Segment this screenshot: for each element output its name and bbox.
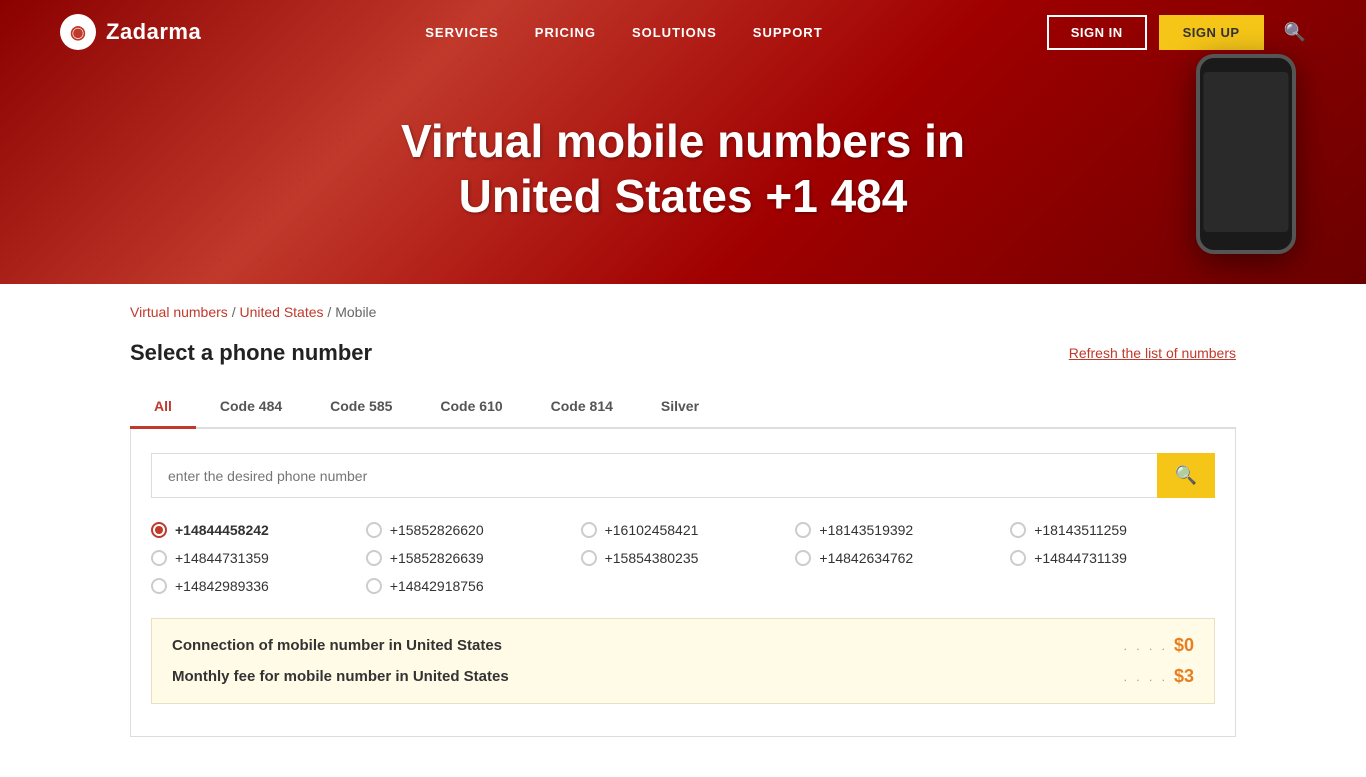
number-text: +14842634762 xyxy=(819,550,913,566)
nav-support[interactable]: SUPPORT xyxy=(753,25,823,40)
pricing-section: Connection of mobile number in United St… xyxy=(151,618,1215,704)
list-item[interactable]: +16102458421 xyxy=(581,522,786,538)
radio-2[interactable] xyxy=(581,522,597,538)
main-content: Select a phone number Refresh the list o… xyxy=(0,330,1366,777)
logo-area[interactable]: ◉ Zadarma xyxy=(60,14,201,50)
radio-5[interactable] xyxy=(151,550,167,566)
list-item[interactable]: +14842634762 xyxy=(795,550,1000,566)
radio-7[interactable] xyxy=(581,550,597,566)
pricing-row-connection: Connection of mobile number in United St… xyxy=(172,635,1194,656)
breadcrumb: Virtual numbers / United States / Mobile xyxy=(130,304,1236,320)
list-item[interactable]: +15852826620 xyxy=(366,522,571,538)
pricing-row-monthly: Monthly fee for mobile number in United … xyxy=(172,666,1194,687)
search-button-icon: 🔍 xyxy=(1175,465,1197,486)
signin-button[interactable]: SIGN IN xyxy=(1047,15,1147,50)
tab-code-814[interactable]: Code 814 xyxy=(527,386,637,429)
tab-code-484[interactable]: Code 484 xyxy=(196,386,306,429)
radio-11[interactable] xyxy=(366,578,382,594)
nav-links: SERVICES PRICING SOLUTIONS SUPPORT xyxy=(425,25,822,40)
phone-body xyxy=(1196,54,1296,254)
search-row: 🔍 xyxy=(151,453,1215,498)
logo-text: Zadarma xyxy=(106,19,201,45)
list-item[interactable]: +14844731139 xyxy=(1010,550,1215,566)
search-input[interactable] xyxy=(151,453,1157,498)
tab-silver[interactable]: Silver xyxy=(637,386,723,429)
price-monthly: $3 xyxy=(1174,666,1194,687)
nav-solutions[interactable]: SOLUTIONS xyxy=(632,25,717,40)
list-item[interactable]: +14842918756 xyxy=(366,578,571,594)
list-item[interactable]: +14842989336 xyxy=(151,578,356,594)
search-icon[interactable]: 🔍 xyxy=(1284,22,1306,43)
breadcrumb-virtual-numbers[interactable]: Virtual numbers xyxy=(130,304,228,320)
number-text: +14842918756 xyxy=(390,578,484,594)
pricing-value-monthly: . . . . $3 xyxy=(1124,666,1194,687)
radio-3[interactable] xyxy=(795,522,811,538)
list-item[interactable]: +18143519392 xyxy=(795,522,1000,538)
breadcrumb-united-states[interactable]: United States xyxy=(239,304,323,320)
signup-button[interactable]: SIGN UP xyxy=(1159,15,1264,50)
radio-10[interactable] xyxy=(151,578,167,594)
section-header: Select a phone number Refresh the list o… xyxy=(130,340,1236,366)
number-text: +15852826620 xyxy=(390,522,484,538)
breadcrumb-mobile: Mobile xyxy=(335,304,376,320)
radio-1[interactable] xyxy=(366,522,382,538)
hero-section: Virtual mobile numbers in United States … xyxy=(0,64,1366,284)
numbers-grid: +14844458242 +15852826620 +16102458421 +… xyxy=(151,522,1215,594)
nav-actions: SIGN IN SIGN UP 🔍 xyxy=(1047,15,1306,50)
dots-connection: . . . . xyxy=(1124,639,1168,653)
list-item[interactable]: +18143511259 xyxy=(1010,522,1215,538)
search-button[interactable]: 🔍 xyxy=(1157,453,1215,498)
number-text: +14844731359 xyxy=(175,550,269,566)
price-connection: $0 xyxy=(1174,635,1194,656)
number-text: +15852826639 xyxy=(390,550,484,566)
breadcrumb-area: Virtual numbers / United States / Mobile xyxy=(0,284,1366,330)
number-text: +14842989336 xyxy=(175,578,269,594)
section-title: Select a phone number xyxy=(130,340,372,366)
nav-pricing[interactable]: PRICING xyxy=(535,25,596,40)
number-text: +14844458242 xyxy=(175,522,269,538)
logo-icon: ◉ xyxy=(60,14,96,50)
radio-8[interactable] xyxy=(795,550,811,566)
hero-title: Virtual mobile numbers in United States … xyxy=(333,114,1033,224)
tab-all[interactable]: All xyxy=(130,386,196,429)
tab-code-585[interactable]: Code 585 xyxy=(306,386,416,429)
phone-mockup xyxy=(1186,54,1306,274)
phone-screen xyxy=(1204,72,1289,232)
list-item[interactable]: +14844458242 xyxy=(151,522,356,538)
radio-0[interactable] xyxy=(151,522,167,538)
list-item[interactable]: +15854380235 xyxy=(581,550,786,566)
number-panel: 🔍 +14844458242 +15852826620 +16102458421… xyxy=(130,429,1236,737)
number-text: +15854380235 xyxy=(605,550,699,566)
radio-9[interactable] xyxy=(1010,550,1026,566)
radio-4[interactable] xyxy=(1010,522,1026,538)
refresh-link[interactable]: Refresh the list of numbers xyxy=(1069,345,1236,361)
dots-monthly: . . . . xyxy=(1124,670,1168,684)
number-text: +14844731139 xyxy=(1034,550,1127,566)
navbar: ◉ Zadarma SERVICES PRICING SOLUTIONS SUP… xyxy=(0,0,1366,64)
pricing-label-connection: Connection of mobile number in United St… xyxy=(172,637,502,654)
tabs: All Code 484 Code 585 Code 610 Code 814 … xyxy=(130,386,1236,429)
pricing-value-connection: . . . . $0 xyxy=(1124,635,1194,656)
pricing-label-monthly: Monthly fee for mobile number in United … xyxy=(172,668,509,685)
header: ◉ Zadarma SERVICES PRICING SOLUTIONS SUP… xyxy=(0,0,1366,284)
list-item[interactable]: +15852826639 xyxy=(366,550,571,566)
number-text: +18143511259 xyxy=(1034,522,1127,538)
number-text: +18143519392 xyxy=(819,522,913,538)
tab-code-610[interactable]: Code 610 xyxy=(416,386,526,429)
radio-6[interactable] xyxy=(366,550,382,566)
number-text: +16102458421 xyxy=(605,522,699,538)
nav-services[interactable]: SERVICES xyxy=(425,25,499,40)
list-item[interactable]: +14844731359 xyxy=(151,550,356,566)
